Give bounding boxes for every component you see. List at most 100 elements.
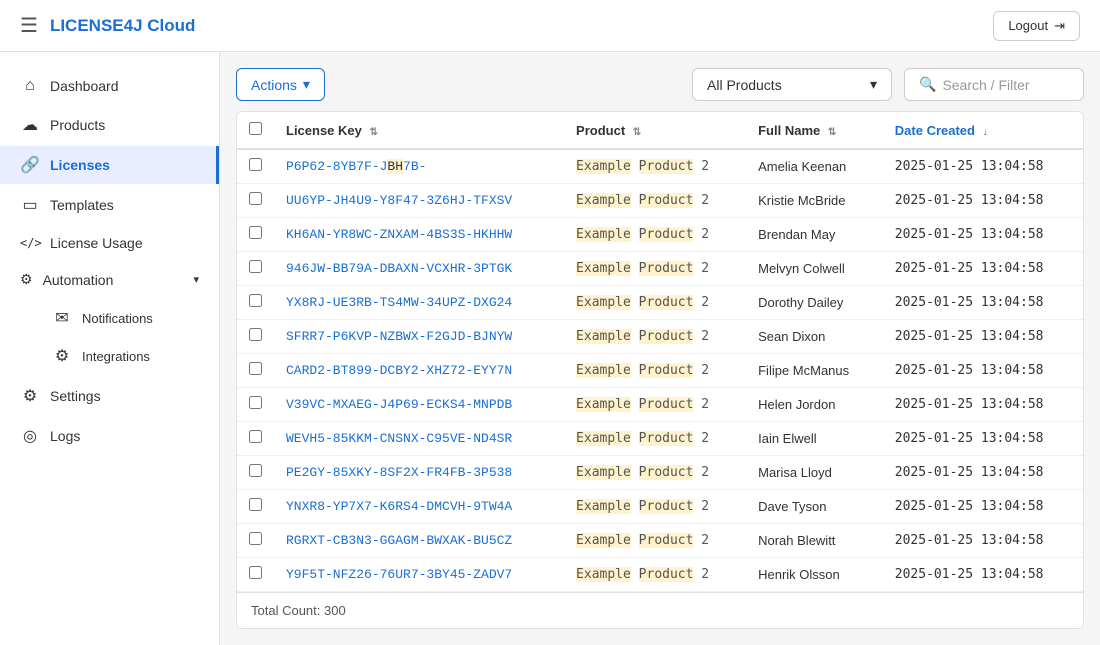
cell-date-created: 2025-01-25 13:04:58: [883, 184, 1083, 218]
table-row: WEVH5-85KKM-CNSNX-C95VE-ND4SRExample Pro…: [237, 422, 1083, 456]
templates-icon: ▭: [20, 195, 40, 215]
cell-license-key[interactable]: RGRXT-CB3N3-GGAGM-BWXAK-BU5CZ: [274, 524, 564, 558]
cell-full-name: Sean Dixon: [746, 320, 883, 354]
cell-full-name: Marisa Lloyd: [746, 456, 883, 490]
cell-license-key[interactable]: YX8RJ-UE3RB-TS4MW-34UPZ-DXG24: [274, 286, 564, 320]
cell-full-name: Iain Elwell: [746, 422, 883, 456]
licenses-icon: 🔗: [20, 155, 40, 175]
cell-date-created: 2025-01-25 13:04:58: [883, 388, 1083, 422]
sidebar-label-integrations: Integrations: [82, 349, 150, 364]
table-row: P6P62-8YB7F-JBH7B-Example Product 2Ameli…: [237, 149, 1083, 184]
cell-product: Example Product 2: [564, 490, 746, 524]
table-row: KH6AN-YR8WC-ZNXAM-4BS3S-HKHHWExample Pro…: [237, 218, 1083, 252]
col-header-date-created[interactable]: Date Created ↓: [883, 112, 1083, 149]
sidebar-item-templates[interactable]: ▭ Templates: [0, 186, 219, 224]
sidebar-item-products[interactable]: ☁ Products: [0, 106, 219, 144]
cell-date-created: 2025-01-25 13:04:58: [883, 558, 1083, 592]
sidebar-label-settings: Settings: [50, 388, 101, 404]
cell-license-key[interactable]: SFRR7-P6KVP-NZBWX-F2GJD-BJNYW: [274, 320, 564, 354]
row-checkbox[interactable]: [249, 158, 262, 171]
sidebar-item-notifications[interactable]: ✉ Notifications: [36, 299, 219, 337]
cell-license-key[interactable]: KH6AN-YR8WC-ZNXAM-4BS3S-HKHHW: [274, 218, 564, 252]
total-count-value: 300: [324, 603, 346, 618]
col-header-product[interactable]: Product ⇅: [564, 112, 746, 149]
brand-name: LICENSE4J Cloud: [50, 16, 195, 36]
sidebar-item-automation[interactable]: ⚙ Automation ▾: [0, 262, 219, 297]
cell-product: Example Product 2: [564, 524, 746, 558]
row-checkbox[interactable]: [249, 294, 262, 307]
cell-full-name: Norah Blewitt: [746, 524, 883, 558]
license-usage-icon: </>: [20, 236, 40, 250]
cell-product: Example Product 2: [564, 286, 746, 320]
table-row: YNXR8-YP7X7-K6RS4-DMCVH-9TW4AExample Pro…: [237, 490, 1083, 524]
row-checkbox[interactable]: [249, 430, 262, 443]
table-row: PE2GY-85XKY-8SF2X-FR4FB-3P538Example Pro…: [237, 456, 1083, 490]
table-row: V39VC-MXAEG-J4P69-ECKS4-MNPDBExample Pro…: [237, 388, 1083, 422]
cell-product: Example Product 2: [564, 320, 746, 354]
cell-date-created: 2025-01-25 13:04:58: [883, 218, 1083, 252]
search-box[interactable]: 🔍 Search / Filter: [904, 68, 1084, 101]
col-header-license-key[interactable]: License Key ⇅: [274, 112, 564, 149]
logout-button[interactable]: Logout ⇥: [993, 11, 1080, 41]
total-count-label: Total Count:: [251, 603, 320, 618]
cell-full-name: Melvyn Colwell: [746, 252, 883, 286]
logs-icon: ◎: [20, 426, 40, 446]
sidebar-item-dashboard[interactable]: ⌂ Dashboard: [0, 68, 219, 104]
toolbar: Actions ▾ All Products ▾ 🔍 Search / Filt…: [236, 68, 1084, 101]
select-all-checkbox[interactable]: [249, 122, 262, 135]
automation-icon: ⚙: [20, 271, 33, 288]
hamburger-icon[interactable]: ☰: [20, 13, 38, 39]
table-scroll-area[interactable]: License Key ⇅ Product ⇅ Full Name ⇅ Date…: [237, 112, 1083, 592]
cell-license-key[interactable]: P6P62-8YB7F-JBH7B-: [274, 149, 564, 184]
table-body: P6P62-8YB7F-JBH7B-Example Product 2Ameli…: [237, 149, 1083, 592]
cell-license-key[interactable]: 946JW-BB79A-DBAXN-VCXHR-3PTGK: [274, 252, 564, 286]
sidebar-item-license-usage[interactable]: </> License Usage: [0, 226, 219, 260]
search-placeholder: Search / Filter: [942, 77, 1029, 93]
cell-product: Example Product 2: [564, 456, 746, 490]
cell-license-key[interactable]: UU6YP-JH4U9-Y8F47-3Z6HJ-TFXSV: [274, 184, 564, 218]
cell-license-key[interactable]: Y9F5T-NFZ26-76UR7-3BY45-ZADV7: [274, 558, 564, 592]
sidebar-item-integrations[interactable]: ⚙ Integrations: [36, 337, 219, 375]
row-checkbox[interactable]: [249, 192, 262, 205]
row-checkbox[interactable]: [249, 226, 262, 239]
product-filter-value: All Products: [707, 77, 782, 93]
cell-license-key[interactable]: CARD2-BT899-DCBY2-XHZ72-EYY7N: [274, 354, 564, 388]
row-checkbox[interactable]: [249, 566, 262, 579]
cell-date-created: 2025-01-25 13:04:58: [883, 456, 1083, 490]
cell-product: Example Product 2: [564, 388, 746, 422]
table-row: Y9F5T-NFZ26-76UR7-3BY45-ZADV7Example Pro…: [237, 558, 1083, 592]
main-content: Actions ▾ All Products ▾ 🔍 Search / Filt…: [220, 52, 1100, 645]
cell-license-key[interactable]: V39VC-MXAEG-J4P69-ECKS4-MNPDB: [274, 388, 564, 422]
row-checkbox[interactable]: [249, 532, 262, 545]
cell-product: Example Product 2: [564, 149, 746, 184]
row-checkbox[interactable]: [249, 328, 262, 341]
cell-full-name: Amelia Keenan: [746, 149, 883, 184]
row-checkbox[interactable]: [249, 260, 262, 273]
sidebar-label-dashboard: Dashboard: [50, 78, 119, 94]
table-header-row: License Key ⇅ Product ⇅ Full Name ⇅ Date…: [237, 112, 1083, 149]
select-all-header[interactable]: [237, 112, 274, 149]
actions-button[interactable]: Actions ▾: [236, 68, 325, 101]
table-row: RGRXT-CB3N3-GGAGM-BWXAK-BU5CZExample Pro…: [237, 524, 1083, 558]
cell-license-key[interactable]: WEVH5-85KKM-CNSNX-C95VE-ND4SR: [274, 422, 564, 456]
cell-date-created: 2025-01-25 13:04:58: [883, 286, 1083, 320]
sidebar-item-logs[interactable]: ◎ Logs: [0, 417, 219, 455]
col-header-full-name[interactable]: Full Name ⇅: [746, 112, 883, 149]
sidebar-label-logs: Logs: [50, 428, 80, 444]
cell-full-name: Dave Tyson: [746, 490, 883, 524]
sidebar-item-licenses[interactable]: 🔗 Licenses: [0, 146, 219, 184]
sidebar-item-settings[interactable]: ⚙ Settings: [0, 377, 219, 415]
cell-license-key[interactable]: PE2GY-85XKY-8SF2X-FR4FB-3P538: [274, 456, 564, 490]
sidebar-label-products: Products: [50, 117, 105, 133]
product-filter-chevron-icon: ▾: [870, 76, 877, 93]
table-row: SFRR7-P6KVP-NZBWX-F2GJD-BJNYWExample Pro…: [237, 320, 1083, 354]
product-filter-select[interactable]: All Products ▾: [692, 68, 892, 101]
row-checkbox[interactable]: [249, 396, 262, 409]
cell-product: Example Product 2: [564, 184, 746, 218]
row-checkbox[interactable]: [249, 464, 262, 477]
row-checkbox[interactable]: [249, 498, 262, 511]
cell-full-name: Brendan May: [746, 218, 883, 252]
cell-license-key[interactable]: YNXR8-YP7X7-K6RS4-DMCVH-9TW4A: [274, 490, 564, 524]
logout-icon: ⇥: [1054, 18, 1065, 34]
row-checkbox[interactable]: [249, 362, 262, 375]
